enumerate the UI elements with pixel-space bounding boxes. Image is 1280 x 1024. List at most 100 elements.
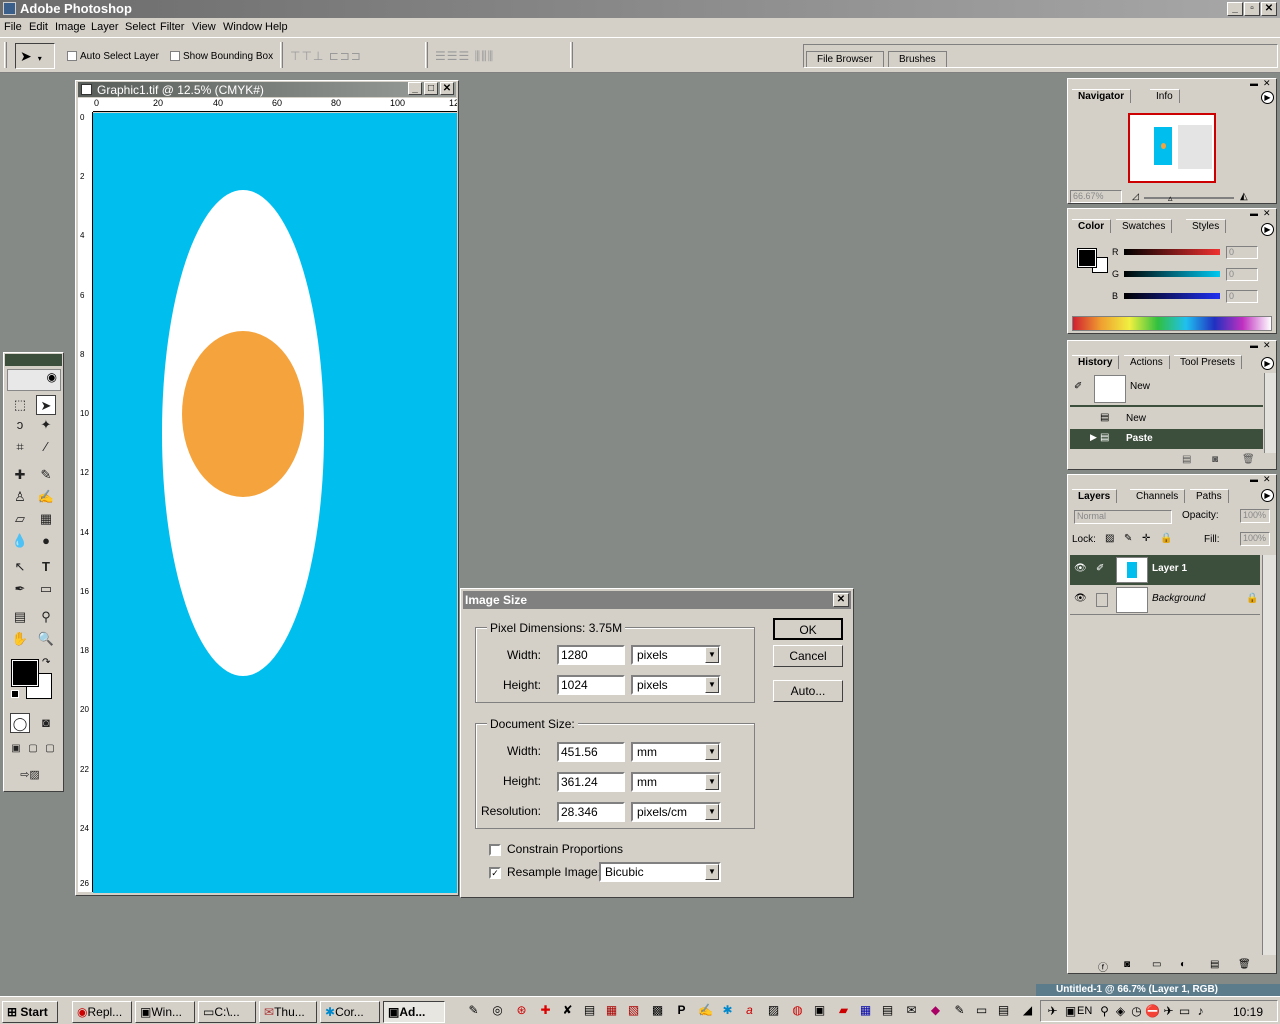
adobe-online-icon[interactable]: ◉ <box>7 369 61 391</box>
quick-launch-icon[interactable]: ◢ <box>1020 1003 1035 1018</box>
zoom-tool-icon[interactable]: 🔍 <box>36 629 56 649</box>
layer-style-icon[interactable]: ⓕ <box>1098 959 1108 974</box>
type-tool-icon[interactable]: T <box>36 557 56 577</box>
cancel-button[interactable]: Cancel <box>773 645 843 667</box>
marquee-tool-icon[interactable]: ⬚ <box>10 395 30 415</box>
red-slider[interactable] <box>1124 249 1220 255</box>
menu-filter[interactable]: Filter <box>160 21 184 33</box>
quick-launch-icon[interactable]: ▣ <box>812 1003 827 1018</box>
magic-wand-icon[interactable]: ✦ <box>36 415 56 435</box>
gradient-tool-icon[interactable]: ▦ <box>36 509 56 529</box>
swap-colors-icon[interactable]: ↷ <box>42 657 50 668</box>
chevron-down-icon[interactable]: ▼ <box>705 647 719 663</box>
notes-tool-icon[interactable]: ▤ <box>10 607 30 627</box>
shape-tool-icon[interactable]: ▭ <box>36 579 56 599</box>
history-item-selected[interactable]: ▶ ▤ Paste <box>1070 429 1263 449</box>
quick-launch-icon[interactable]: ✍ <box>698 1003 713 1018</box>
bounding-box-checkbox[interactable] <box>170 51 180 61</box>
tab-navigator[interactable]: Navigator <box>1072 89 1132 103</box>
history-item[interactable]: ▤ New <box>1070 409 1263 429</box>
taskbar-button-active[interactable]: ▣Ad... <box>383 1001 445 1023</box>
quick-launch-icon[interactable]: a <box>742 1003 757 1018</box>
taskbar-button[interactable]: ▣Win... <box>135 1001 195 1023</box>
green-value-field[interactable]: 0 <box>1226 268 1258 281</box>
tab-actions[interactable]: Actions <box>1124 355 1170 369</box>
layer-row-selected[interactable]: 👁 ✐ Layer 1 <box>1070 555 1260 585</box>
fill-field[interactable]: 100% <box>1240 532 1270 546</box>
doc-maximize-button[interactable]: □ <box>424 82 438 95</box>
tab-color[interactable]: Color <box>1072 219 1112 233</box>
resolution-input[interactable] <box>557 802 625 822</box>
layer-set-icon[interactable]: ▭ <box>1152 959 1161 970</box>
auto-select-checkbox[interactable] <box>67 51 77 61</box>
slice-tool-icon[interactable]: ⁄ <box>36 437 56 457</box>
resample-method-select[interactable]: Bicubic ▼ <box>599 862 721 882</box>
hand-tool-icon[interactable]: ✋ <box>10 629 30 649</box>
clone-stamp-icon[interactable]: ♙ <box>10 487 30 507</box>
zoom-slider[interactable] <box>1144 197 1234 199</box>
background-document-bar[interactable]: Untitled-1 @ 66.7% (Layer 1, RGB) <box>1036 984 1280 996</box>
chevron-down-icon[interactable]: ▼ <box>705 804 719 820</box>
options-grip[interactable] <box>4 42 7 68</box>
move-tool-preset-picker[interactable]: ➤ ▾ <box>15 43 55 69</box>
visibility-eye-icon[interactable]: 👁 <box>1074 593 1087 604</box>
quick-mask-icon[interactable]: ◙ <box>36 713 56 733</box>
eyedropper-icon[interactable]: ⚲ <box>36 607 56 627</box>
lock-position-icon[interactable]: ✛ <box>1142 533 1150 544</box>
menu-window[interactable]: Window <box>223 21 262 33</box>
healing-brush-icon[interactable]: ✚ <box>10 465 30 485</box>
tray-icon[interactable]: ◷ <box>1129 1004 1144 1019</box>
new-layer-icon[interactable]: ▤ <box>1210 959 1219 970</box>
screen-mode-menu-icon[interactable]: ▢ <box>25 739 41 759</box>
panel-menu-icon[interactable]: ▶ <box>1261 357 1274 370</box>
px-height-unit-select[interactable]: pixels ▼ <box>631 675 721 695</box>
blue-slider[interactable] <box>1124 293 1220 299</box>
jump-to-imageready-icon[interactable]: ⇨▨ <box>10 765 50 785</box>
quick-launch-icon[interactable]: ✱ <box>720 1003 735 1018</box>
language-indicator[interactable]: EN <box>1077 1005 1092 1017</box>
layers-scrollbar[interactable] <box>1262 555 1276 955</box>
menu-image[interactable]: Image <box>55 21 86 33</box>
chevron-down-icon[interactable]: ▼ <box>705 677 719 693</box>
layer-mask-icon[interactable]: ◙ <box>1124 959 1130 970</box>
crop-tool-icon[interactable]: ⌗ <box>10 437 30 457</box>
tab-layers[interactable]: Layers <box>1072 489 1118 503</box>
chevron-down-icon[interactable]: ▼ <box>705 744 719 760</box>
quick-launch-icon[interactable]: ⊛ <box>514 1003 529 1018</box>
doc-close-button[interactable]: ✕ <box>440 82 454 95</box>
panel-menu-icon[interactable]: ▶ <box>1261 91 1274 104</box>
auto-button[interactable]: Auto... <box>773 680 843 702</box>
color-fg-swatch[interactable] <box>1077 248 1097 268</box>
ruler-origin[interactable] <box>78 98 93 112</box>
panel-minimize-icon[interactable]: ▬ <box>1250 209 1258 218</box>
green-slider[interactable] <box>1124 271 1220 277</box>
tab-file-browser[interactable]: File Browser <box>806 51 884 67</box>
doc-height-unit-select[interactable]: mm ▼ <box>631 772 721 792</box>
px-width-unit-select[interactable]: pixels ▼ <box>631 645 721 665</box>
panel-close-icon[interactable]: ✕ <box>1263 78 1271 89</box>
menu-edit[interactable]: Edit <box>29 21 48 33</box>
eraser-tool-icon[interactable]: ▱ <box>10 509 30 529</box>
minimize-button[interactable]: _ <box>1227 2 1243 16</box>
ruler-left[interactable]: 0 2 4 6 8 10 12 14 16 18 20 22 24 26 <box>78 112 93 892</box>
panel-close-icon[interactable]: ✕ <box>1263 340 1271 351</box>
resample-image-checkbox[interactable]: ✓ <box>489 867 501 879</box>
quick-launch-icon[interactable]: ◆ <box>928 1003 943 1018</box>
red-value-field[interactable]: 0 <box>1226 246 1258 259</box>
tray-icon[interactable]: ✈ <box>1161 1004 1176 1019</box>
history-brush-source-icon[interactable]: ✐ <box>1074 381 1082 392</box>
taskbar-button[interactable]: ▭C:\... <box>198 1001 256 1023</box>
taskbar-button[interactable]: ✱Cor... <box>320 1001 380 1023</box>
doc-width-input[interactable] <box>557 742 625 762</box>
adjustment-layer-icon[interactable]: ◐ <box>1180 959 1186 970</box>
quick-launch-icon[interactable]: ▭ <box>974 1003 989 1018</box>
brush-link-icon[interactable]: ✐ <box>1096 563 1104 574</box>
close-button[interactable]: ✕ <box>1261 2 1277 16</box>
taskbar-button[interactable]: ✉Thu... <box>259 1001 317 1023</box>
history-scrollbar[interactable] <box>1264 373 1276 453</box>
tab-info[interactable]: Info <box>1150 89 1180 103</box>
constrain-proportions-checkbox[interactable] <box>489 844 501 856</box>
px-width-input[interactable] <box>557 645 625 665</box>
dialog-close-button[interactable]: ✕ <box>833 593 849 607</box>
quick-launch-icon[interactable]: ◎ <box>490 1003 505 1018</box>
